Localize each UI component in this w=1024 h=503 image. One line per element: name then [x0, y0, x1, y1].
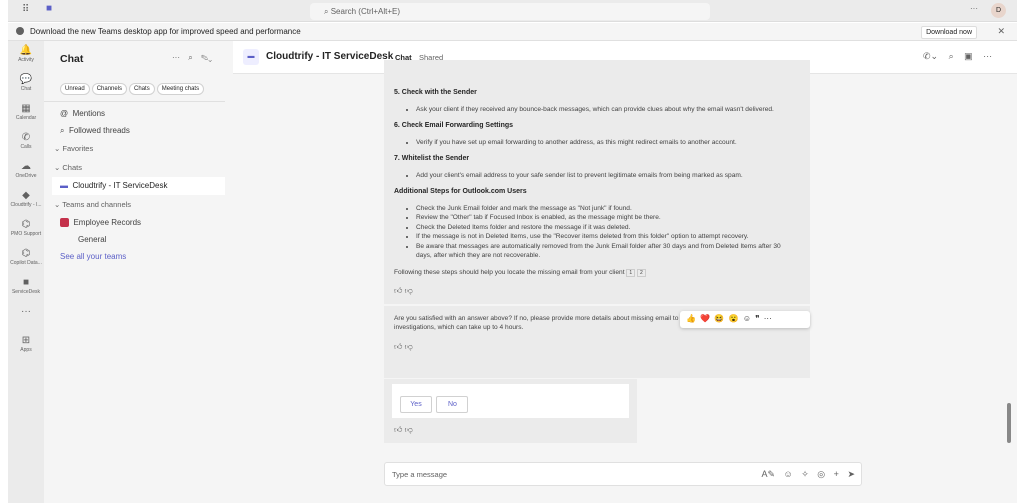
download-now-button[interactable]: Download now: [921, 26, 977, 39]
more-icon[interactable]: ···: [970, 4, 978, 13]
citation-2[interactable]: 2: [637, 268, 646, 277]
rail-icon: ⌬: [21, 248, 31, 259]
reaction-bar[interactable]: 👍 ❤️ 😆 😮 ☺ ❞ ···: [680, 311, 810, 328]
yes-button[interactable]: Yes: [400, 396, 432, 413]
list-item: Be aware that messages are automatically…: [416, 242, 798, 261]
conclusion-text: Following these steps should help you lo…: [394, 268, 798, 279]
section-heading: 5. Check with the Sender: [394, 89, 477, 96]
rail-item-cloudtrify-i-[interactable]: ◆ Cloudtrify - I...: [8, 186, 44, 215]
mentions-item[interactable]: @ Mentions: [44, 105, 233, 122]
chat-title: Cloudtrify - IT ServiceDesk: [266, 51, 394, 62]
list-item: Check the Deleted Items folder and resto…: [416, 223, 798, 233]
message-input[interactable]: Type a message A✎ ☺ ✧ ◎ + ➤: [384, 462, 862, 486]
scrollbar[interactable]: [1007, 403, 1011, 443]
rail-icon: ⊞: [21, 335, 31, 346]
app-rail: 🔔 Activity 💬 Chat ▦ Calendar ✆ Calls ☁ OneDrive ◆ C…: [8, 41, 44, 503]
favorites-section[interactable]: ⌄ Favorites: [44, 139, 233, 158]
bot-message: 5. Check with the Sender Ask your client …: [384, 60, 810, 378]
chat-avatar: ▬: [243, 49, 259, 65]
feedback-buttons[interactable]: 👍︎ 👎︎: [394, 342, 798, 352]
see-all-teams-link[interactable]: See all your teams: [44, 248, 233, 265]
list-item: Verify if you have set up email forwardi…: [416, 138, 798, 148]
chat-header-actions[interactable]: ··· ⌕ ✎⌄: [172, 53, 212, 63]
rail-icon: ···: [21, 306, 31, 317]
teams-section[interactable]: ⌄ Teams and channels: [44, 195, 233, 214]
filter-meeting-chats[interactable]: Meeting chats: [156, 83, 205, 95]
chats-section[interactable]: ⌄ Chats: [44, 158, 233, 177]
avatar[interactable]: D: [991, 3, 1006, 18]
reaction-icon[interactable]: ❤️: [700, 314, 710, 323]
citation-1[interactable]: 1: [626, 268, 636, 277]
compose-icon[interactable]: ✧: [801, 469, 809, 479]
filter-chats[interactable]: Chats: [129, 83, 155, 95]
filter-channels[interactable]: Channels: [91, 83, 128, 95]
compose-icon[interactable]: A✎: [761, 469, 775, 479]
rail-item-more[interactable]: ···: [8, 302, 44, 331]
chat-item-cloudtrify[interactable]: ▬ Cloudtrify - IT ServiceDesk: [52, 177, 225, 195]
team-employee-records[interactable]: Employee Records: [44, 214, 233, 231]
info-icon: [16, 27, 24, 35]
no-button[interactable]: No: [436, 396, 469, 413]
rail-item-servicedesk[interactable]: ■ ServiceDesk: [8, 273, 44, 302]
section-heading: 7. Whitelist the Sender: [394, 155, 470, 162]
filter-unread[interactable]: Unread: [60, 83, 90, 95]
teams-logo-icon: ■: [46, 3, 53, 14]
reaction-icon[interactable]: ❞: [755, 314, 759, 323]
reaction-icon[interactable]: 😮: [729, 314, 739, 323]
rail-item-activity[interactable]: 🔔 Activity: [8, 41, 44, 70]
feedback-buttons[interactable]: 👍︎ 👎︎: [394, 425, 413, 435]
list-item: Ask your client if they received any bou…: [416, 105, 798, 115]
rail-item-calendar[interactable]: ▦ Calendar: [8, 99, 44, 128]
reaction-icon[interactable]: ☺: [743, 314, 751, 323]
list-item: Check the Junk Email folder and mark the…: [416, 204, 798, 214]
list-item: Review the "Other" tab if Focused Inbox …: [416, 213, 798, 223]
reaction-icon[interactable]: ···: [764, 314, 772, 323]
search-icon: ⌕: [324, 7, 331, 16]
reaction-icon[interactable]: 👍: [686, 314, 696, 323]
header-actions[interactable]: ✆⌄ ⌕ ▣ ···: [923, 51, 992, 62]
adaptive-card: Yes No: [392, 384, 629, 418]
compose-icon[interactable]: +: [834, 469, 839, 479]
compose-icon[interactable]: ➤: [847, 469, 855, 479]
rail-icon: ◆: [22, 190, 30, 201]
list-item: If the message is not in Deleted Items, …: [416, 232, 798, 242]
compose-icon[interactable]: ◎: [817, 469, 825, 479]
rail-icon: ■: [22, 277, 30, 288]
rail-item-copilot-data-[interactable]: ⌬ Copilot Data...: [8, 244, 44, 273]
feedback-buttons[interactable]: 👍︎ 👎︎: [394, 286, 798, 296]
rail-icon: ⌬: [21, 219, 31, 230]
search-input[interactable]: ⌕ Search (Ctrl+Alt+E): [310, 3, 710, 20]
rail-icon: 🔔: [19, 45, 33, 56]
rail-item-chat[interactable]: 💬 Chat: [8, 70, 44, 99]
compose-actions[interactable]: A✎ ☺ ✧ ◎ + ➤: [761, 469, 855, 480]
compose-icon[interactable]: ☺: [784, 469, 793, 479]
rail-icon: ▦: [21, 103, 31, 114]
rail-item-pmo-support[interactable]: ⌬ PMO Support: [8, 215, 44, 244]
rail-icon: 💬: [19, 74, 33, 85]
section-heading: Additional Steps for Outlook.com Users: [394, 188, 527, 195]
rail-icon: ✆: [21, 132, 31, 143]
channel-general[interactable]: General: [44, 231, 233, 248]
rail-item-calls[interactable]: ✆ Calls: [8, 128, 44, 157]
list-item: Add your client's email address to your …: [416, 171, 798, 181]
rail-item-onedrive[interactable]: ☁ OneDrive: [8, 157, 44, 186]
followed-threads-item[interactable]: ⌕ Followed threads: [44, 122, 233, 139]
close-icon[interactable]: ✕: [997, 26, 1005, 37]
chat-list-pane: Chat ··· ⌕ ✎⌄ Unread Channels Chats Meeting…: [44, 41, 233, 503]
reaction-icon[interactable]: 😆: [714, 314, 724, 323]
app-launcher-icon[interactable]: ⠿: [22, 4, 29, 15]
rail-icon: ☁: [21, 161, 31, 172]
banner-text: Download the new Teams desktop app for i…: [30, 27, 301, 36]
section-heading: 6. Check Email Forwarding Settings: [394, 122, 514, 129]
download-banner: Download the new Teams desktop app for i…: [8, 23, 1017, 41]
rail-item-apps[interactable]: ⊞ Apps: [8, 331, 44, 360]
